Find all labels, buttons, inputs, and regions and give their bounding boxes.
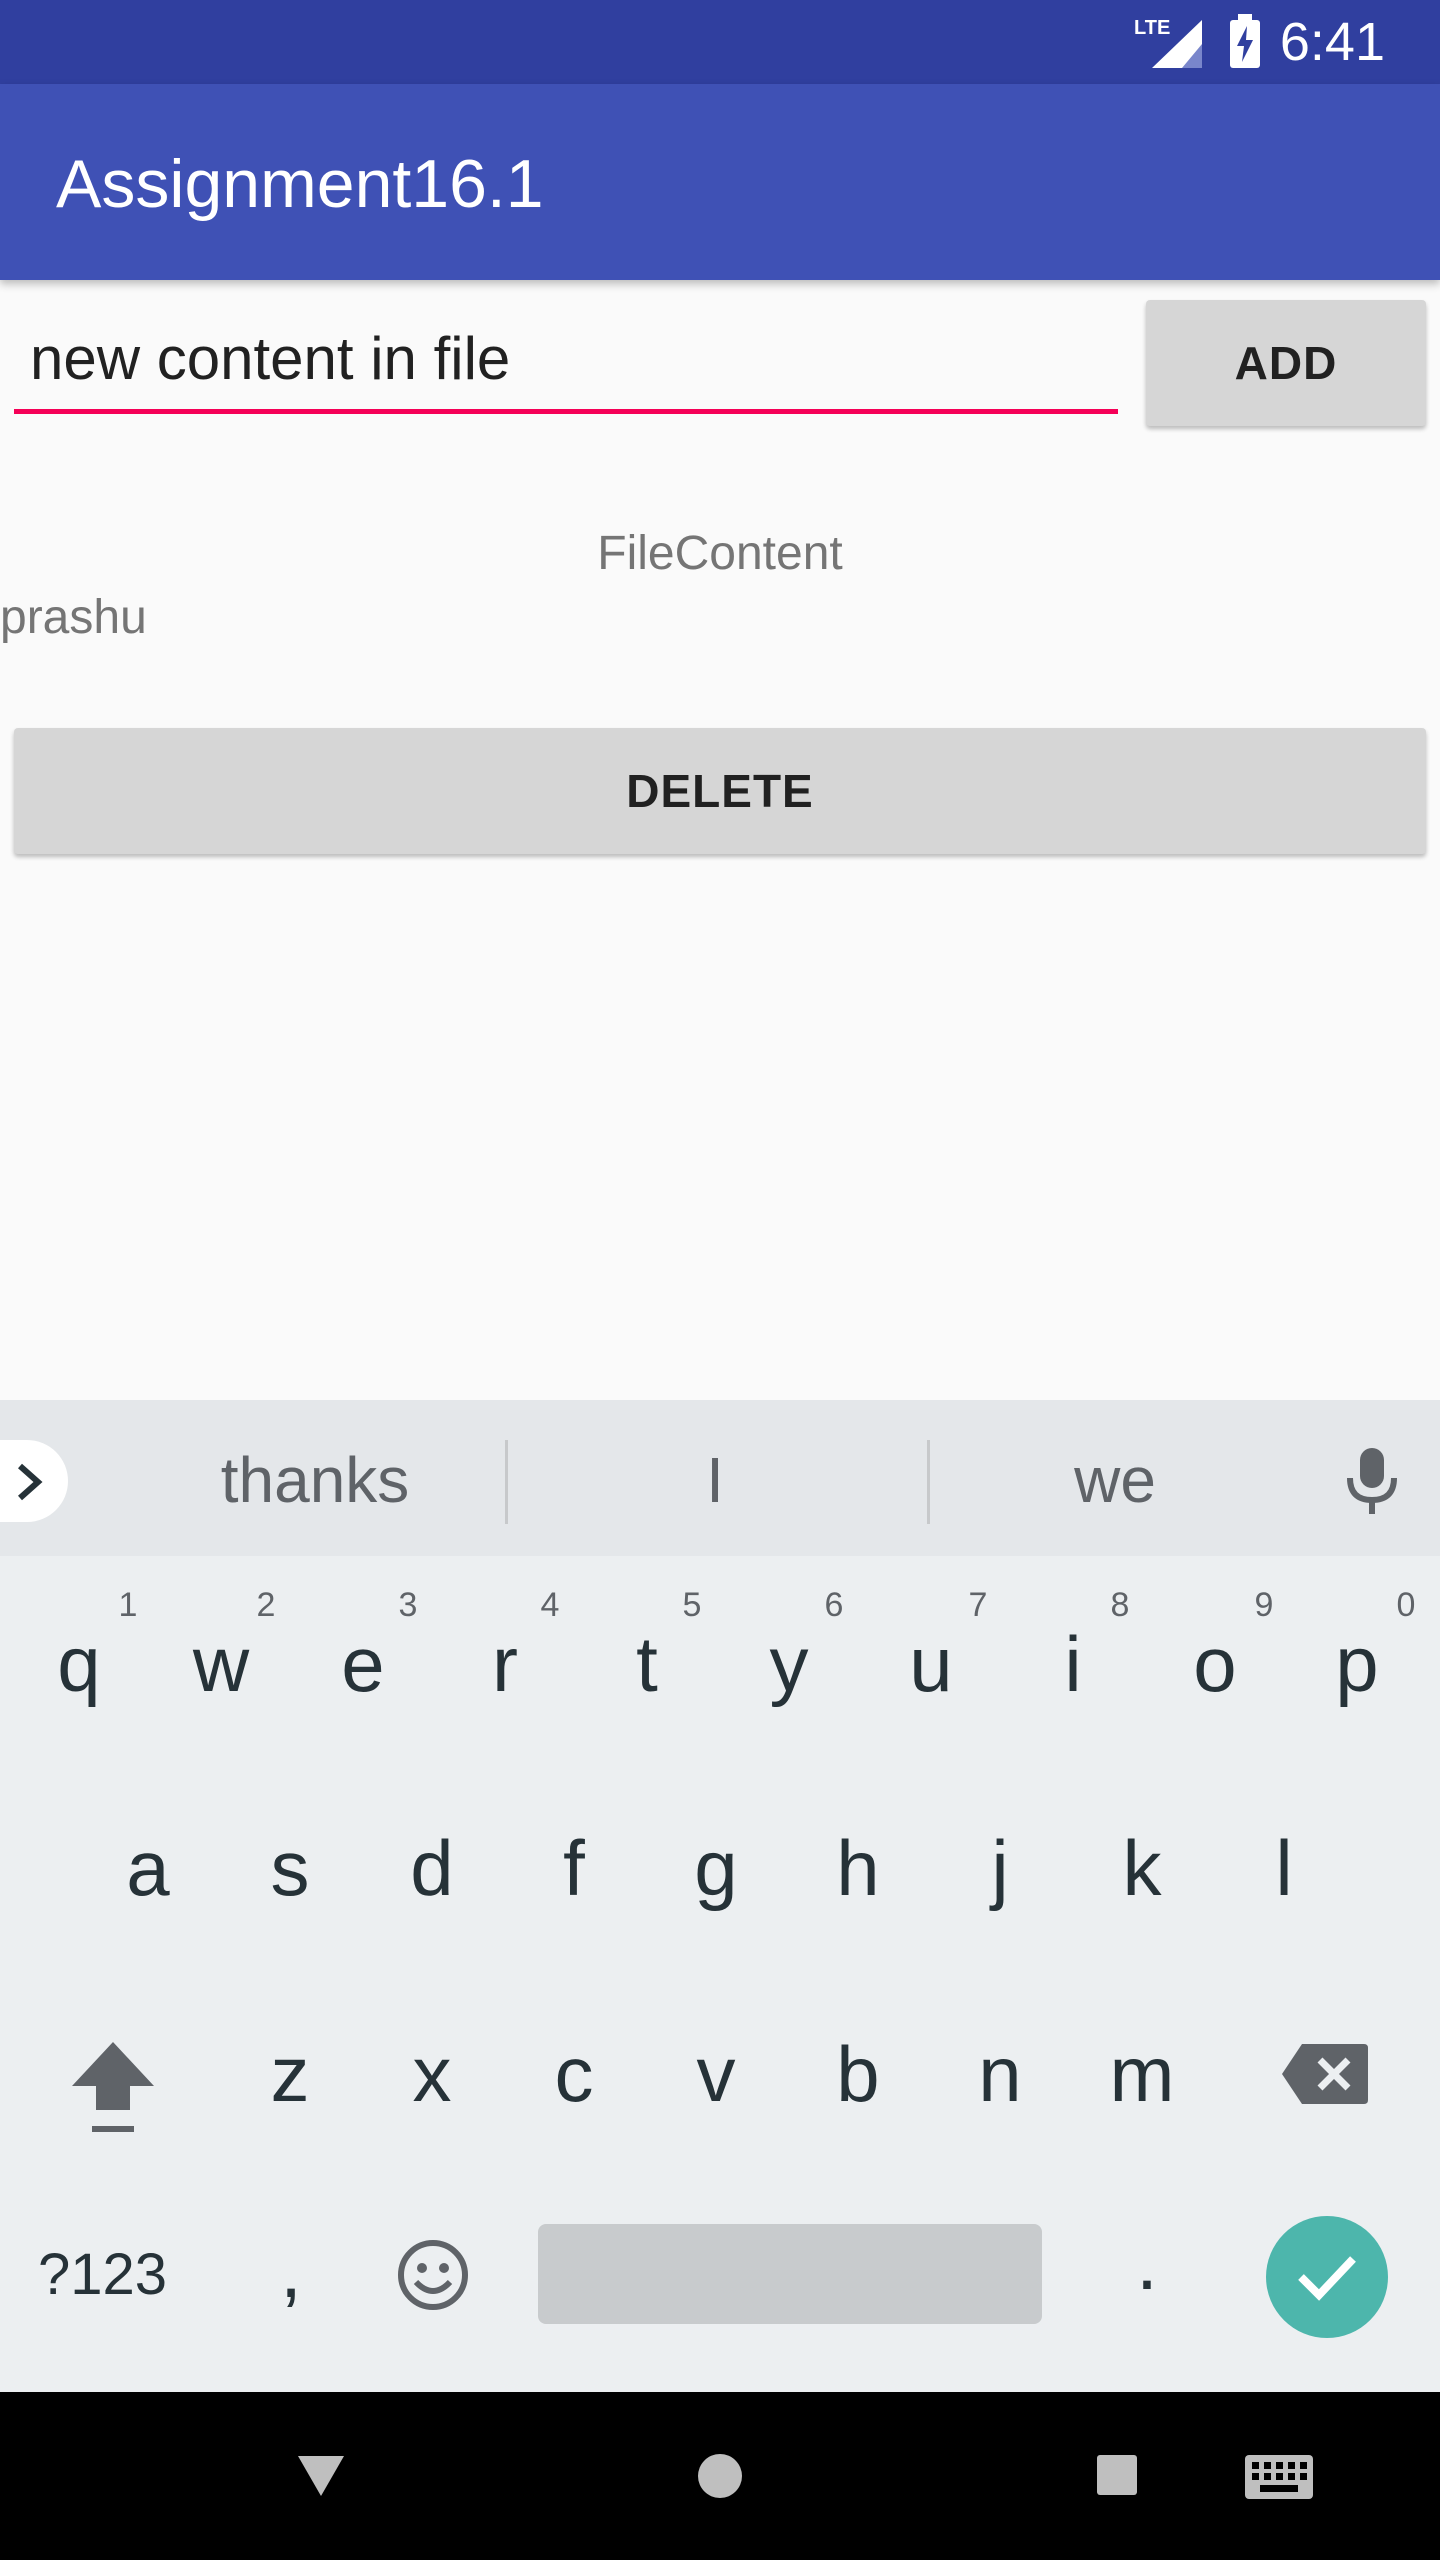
space-bar[interactable] bbox=[538, 2224, 1042, 2324]
key-j[interactable]: j bbox=[929, 1818, 1071, 1918]
suggestion-1[interactable]: thanks bbox=[160, 1440, 470, 1520]
key-s[interactable]: s bbox=[219, 1818, 361, 1918]
suggestion-strip: thanks I we bbox=[0, 1400, 1440, 1556]
svg-text:LTE: LTE bbox=[1134, 17, 1170, 39]
key-hint-4: 4 bbox=[540, 1586, 560, 1624]
key-m[interactable]: m bbox=[1071, 2024, 1213, 2124]
file-content-body: prashu bbox=[0, 591, 147, 644]
content-input[interactable]: new content in file bbox=[14, 310, 1118, 414]
suggestion-divider bbox=[505, 1440, 508, 1524]
back-icon[interactable] bbox=[296, 2454, 346, 2498]
delete-button[interactable]: DELETE bbox=[14, 728, 1426, 854]
key-g[interactable]: g bbox=[645, 1818, 787, 1918]
navigation-bar bbox=[0, 2392, 1440, 2560]
suggestion-2[interactable]: I bbox=[560, 1440, 870, 1520]
key-z[interactable]: z bbox=[219, 2024, 361, 2124]
key-h[interactable]: h bbox=[787, 1818, 929, 1918]
chevron-right-icon bbox=[18, 1463, 43, 1501]
soft-keyboard: thanks I we q w e r t y u i o p 1 2 3 4 … bbox=[0, 1400, 1440, 2392]
checkmark-icon bbox=[1298, 2256, 1356, 2301]
key-k[interactable]: k bbox=[1071, 1818, 1213, 1918]
home-icon[interactable] bbox=[696, 2452, 744, 2500]
key-v[interactable]: v bbox=[645, 2024, 787, 2124]
status-bar: LTE 6:41 bbox=[0, 0, 1440, 84]
key-b[interactable]: b bbox=[787, 2024, 929, 2124]
key-hint-9: 9 bbox=[1254, 1586, 1274, 1624]
key-w[interactable]: w bbox=[150, 1614, 292, 1714]
comma-key[interactable]: , bbox=[220, 2220, 362, 2320]
key-hint-3: 3 bbox=[398, 1586, 418, 1624]
status-time: 6:41 bbox=[1279, 12, 1385, 72]
suggestion-3[interactable]: we bbox=[960, 1440, 1270, 1520]
key-hint-2: 2 bbox=[256, 1586, 276, 1624]
key-hint-0: 0 bbox=[1396, 1586, 1416, 1624]
key-f[interactable]: f bbox=[503, 1818, 645, 1918]
symbols-key[interactable]: ?123 bbox=[38, 2240, 167, 2310]
key-l[interactable]: l bbox=[1213, 1818, 1355, 1918]
emoji-icon[interactable] bbox=[396, 2238, 470, 2312]
key-o[interactable]: o bbox=[1144, 1614, 1286, 1714]
period-key[interactable]: . bbox=[1076, 2212, 1218, 2312]
key-c[interactable]: c bbox=[503, 2024, 645, 2124]
shift-icon[interactable] bbox=[68, 2038, 158, 2136]
suggestion-divider bbox=[927, 1440, 930, 1524]
key-e[interactable]: e bbox=[292, 1614, 434, 1714]
key-d[interactable]: d bbox=[361, 1818, 503, 1918]
keyboard-switch-icon[interactable] bbox=[1244, 2454, 1314, 2500]
lte-signal-icon: LTE bbox=[1134, 17, 1202, 68]
key-r[interactable]: r bbox=[434, 1614, 576, 1714]
key-u[interactable]: u bbox=[860, 1614, 1002, 1714]
expand-toolbar-button[interactable] bbox=[0, 1440, 68, 1522]
key-a[interactable]: a bbox=[77, 1818, 219, 1918]
key-hint-5: 5 bbox=[682, 1586, 702, 1624]
key-p[interactable]: p bbox=[1286, 1614, 1428, 1714]
key-t[interactable]: t bbox=[576, 1614, 718, 1714]
key-x[interactable]: x bbox=[361, 2024, 503, 2124]
key-hint-7: 7 bbox=[968, 1586, 988, 1624]
key-n[interactable]: n bbox=[929, 2024, 1071, 2124]
key-q[interactable]: q bbox=[8, 1614, 150, 1714]
key-i[interactable]: i bbox=[1002, 1614, 1144, 1714]
key-hint-6: 6 bbox=[824, 1586, 844, 1624]
recents-icon[interactable] bbox=[1096, 2454, 1138, 2496]
backspace-icon[interactable] bbox=[1280, 2042, 1370, 2106]
app-title: Assignment16.1 bbox=[56, 146, 544, 222]
add-button[interactable]: ADD bbox=[1146, 300, 1426, 426]
battery-charging-icon bbox=[1230, 14, 1260, 68]
content-input-value: new content in file bbox=[30, 325, 511, 392]
app-bar: Assignment16.1 bbox=[0, 84, 1440, 280]
enter-button[interactable] bbox=[1266, 2216, 1388, 2338]
key-y[interactable]: y bbox=[718, 1614, 860, 1714]
mic-icon[interactable] bbox=[1340, 1446, 1404, 1516]
key-hint-1: 1 bbox=[118, 1586, 138, 1624]
file-content-title: FileContent bbox=[597, 527, 843, 580]
key-hint-8: 8 bbox=[1110, 1586, 1130, 1624]
